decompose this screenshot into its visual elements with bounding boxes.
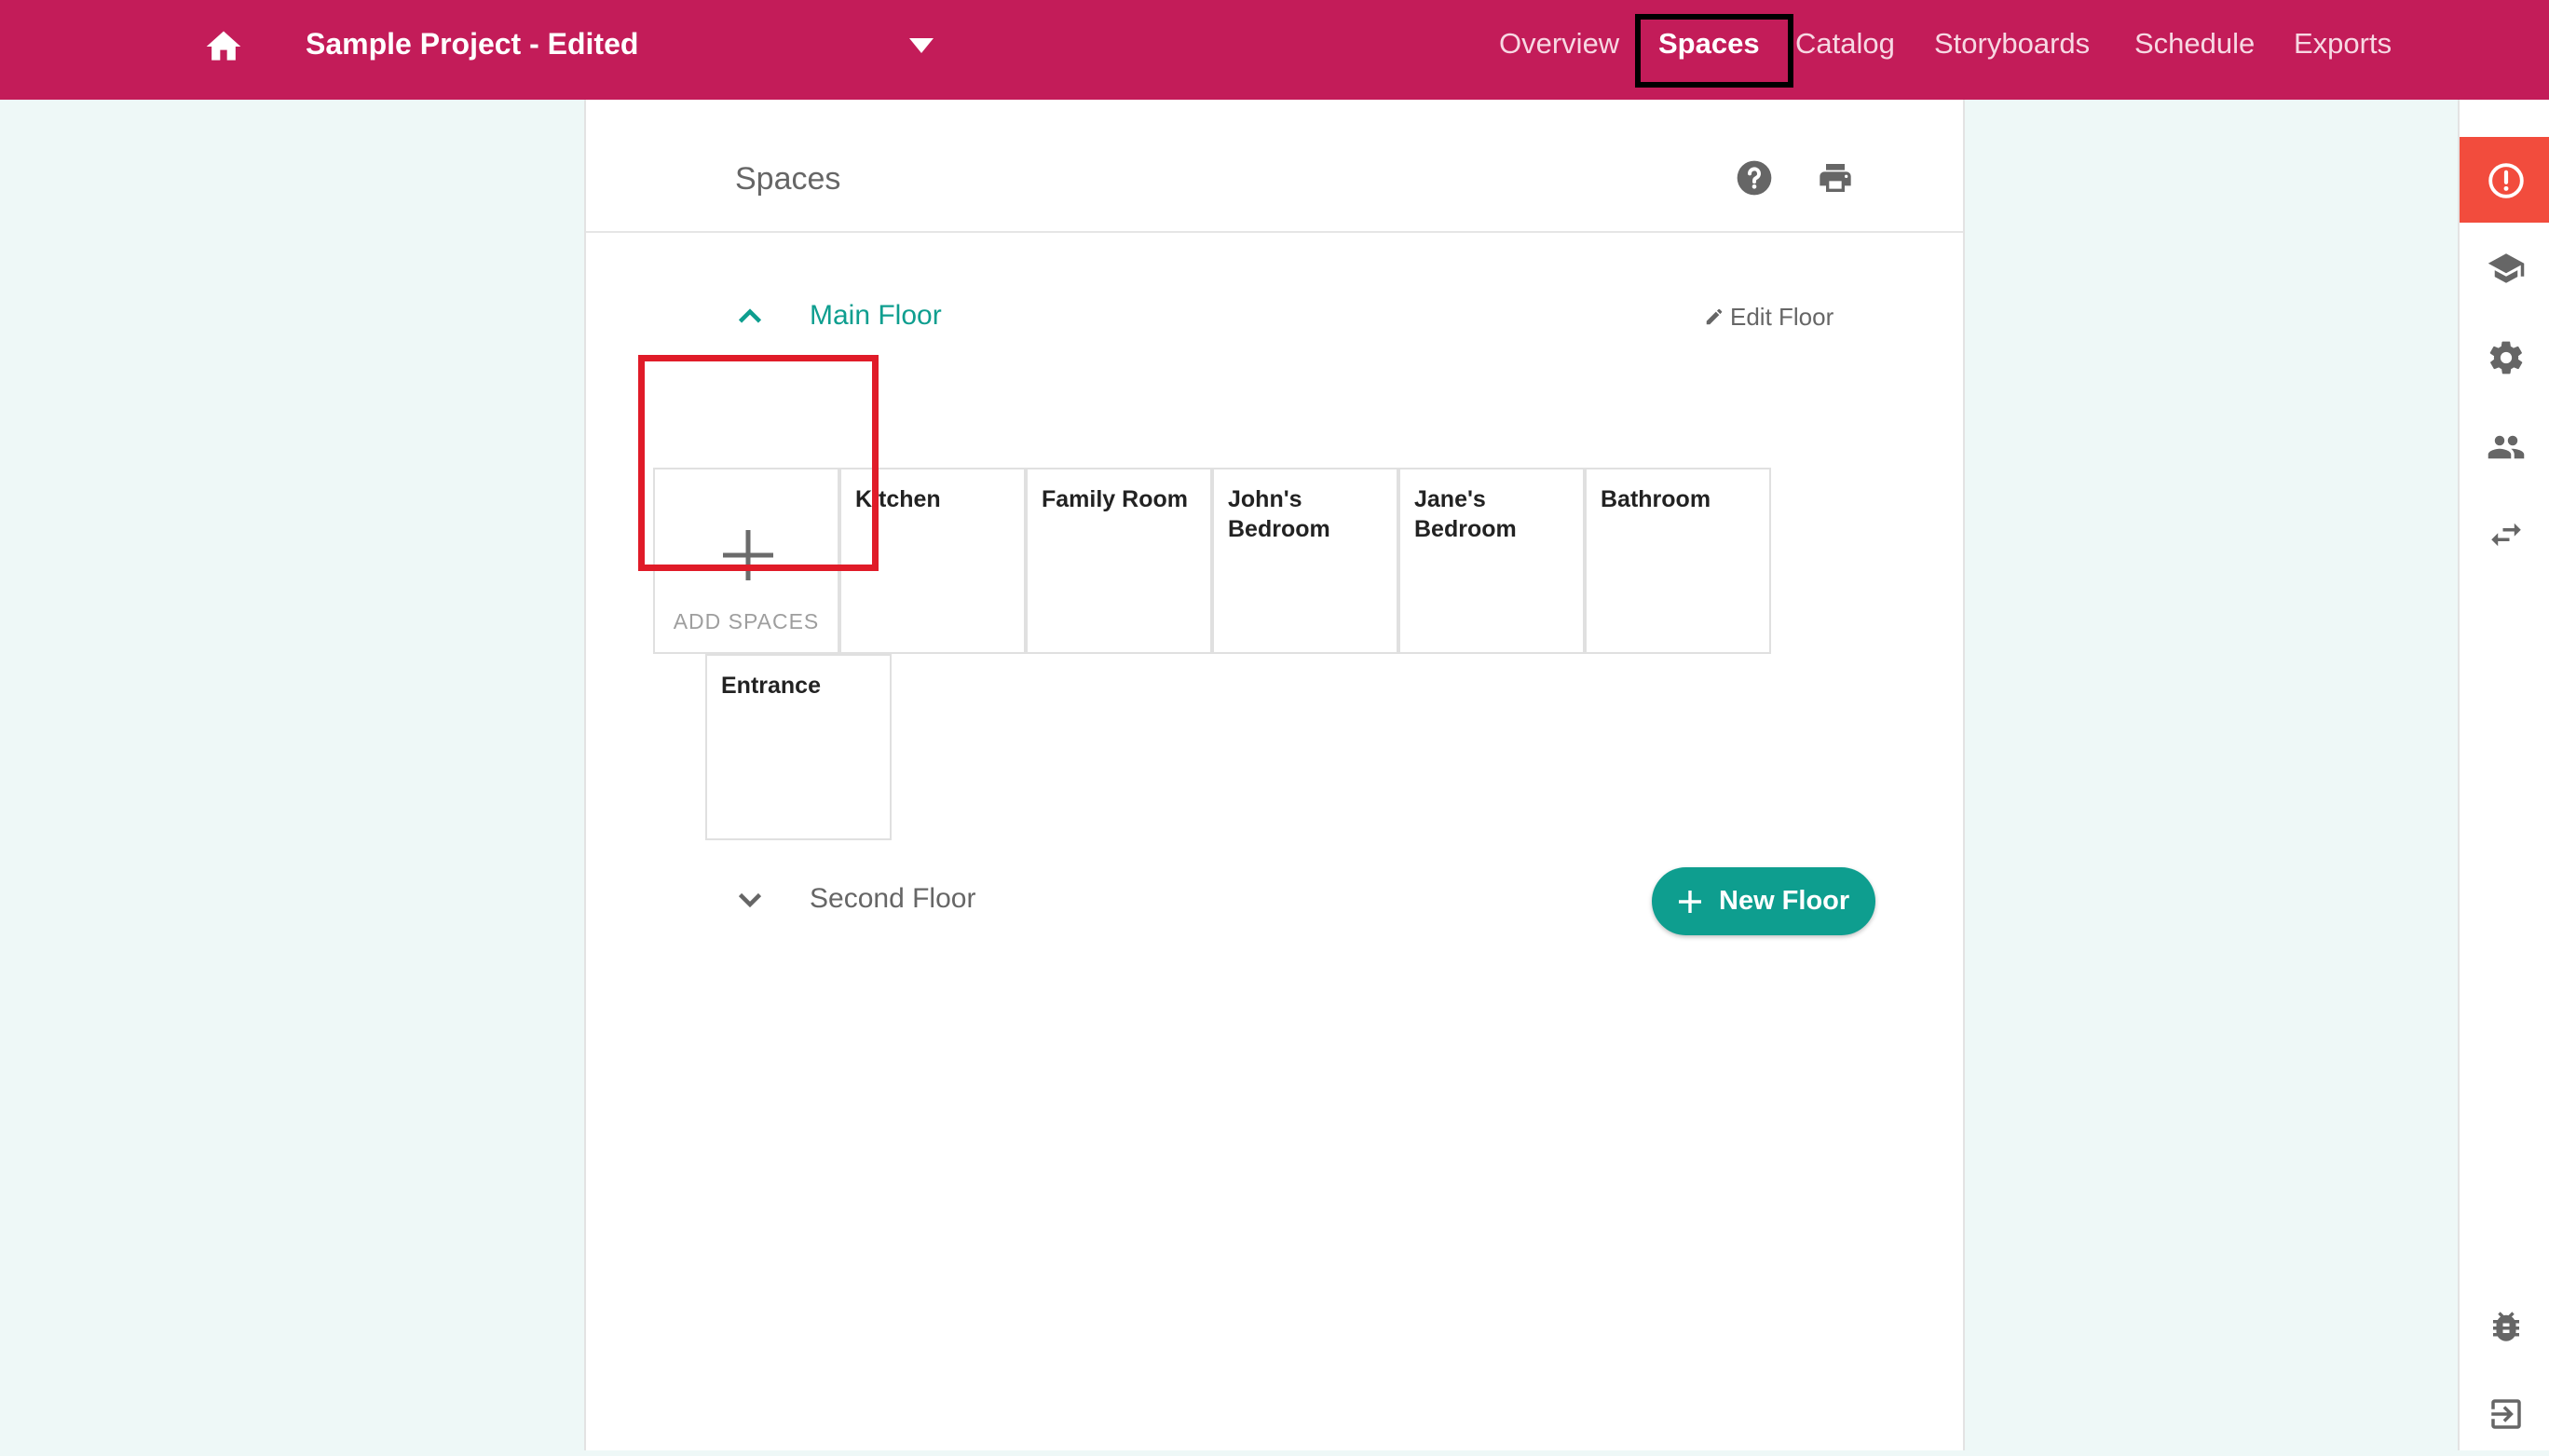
add-spaces-label: ADD SPACES xyxy=(673,609,820,633)
tab-schedule[interactable]: Schedule xyxy=(2134,27,2255,61)
panel-header: Spaces xyxy=(586,100,1963,233)
space-label: Bathroom xyxy=(1601,486,1711,512)
exit-icon[interactable] xyxy=(2460,1370,2549,1456)
plus-icon xyxy=(723,530,773,580)
alert-icon[interactable] xyxy=(2460,137,2549,223)
space-label: John's Bedroom xyxy=(1228,486,1330,542)
print-icon[interactable] xyxy=(1816,159,1855,197)
space-card-kitchen[interactable]: Kitchen xyxy=(839,468,1026,654)
tab-catalog[interactable]: Catalog xyxy=(1795,27,1895,61)
space-label: Kitchen xyxy=(855,486,941,512)
space-card-janes-bedroom[interactable]: Jane's Bedroom xyxy=(1398,468,1585,654)
space-label: Entrance xyxy=(721,673,821,699)
page-title: Spaces xyxy=(735,161,841,197)
new-floor-button[interactable]: New Floor xyxy=(1652,867,1875,935)
caret-down-icon[interactable] xyxy=(907,35,935,56)
floor-name-second[interactable]: Second Floor xyxy=(810,883,975,915)
new-floor-label: New Floor xyxy=(1719,886,1850,916)
space-label: Family Room xyxy=(1042,486,1188,512)
settings-icon[interactable] xyxy=(2460,314,2549,400)
swap-icon[interactable] xyxy=(2460,491,2549,577)
tab-storyboards[interactable]: Storyboards xyxy=(1934,27,2090,61)
chevron-down-icon[interactable] xyxy=(733,882,767,916)
space-card-family-room[interactable]: Family Room xyxy=(1026,468,1212,654)
space-card-bathroom[interactable]: Bathroom xyxy=(1585,468,1771,654)
tab-overview[interactable]: Overview xyxy=(1499,27,1619,61)
space-card-johns-bedroom[interactable]: John's Bedroom xyxy=(1212,468,1398,654)
spaces-panel: Spaces Main Floor Edit Floor ADD SPACES … xyxy=(584,100,1965,1450)
space-card-entrance[interactable]: Entrance xyxy=(705,654,892,840)
space-label: Jane's Bedroom xyxy=(1414,486,1517,542)
plus-icon xyxy=(1679,891,1701,913)
tab-spaces[interactable]: Spaces xyxy=(1658,27,1760,61)
bug-icon[interactable] xyxy=(2460,1283,2549,1368)
project-title[interactable]: Sample Project - Edited xyxy=(306,27,638,61)
right-tool-rail xyxy=(2458,100,2549,1450)
help-icon[interactable] xyxy=(1736,159,1773,197)
add-spaces-button[interactable]: ADD SPACES xyxy=(653,468,839,654)
education-icon[interactable] xyxy=(2460,225,2549,310)
people-icon[interactable] xyxy=(2460,403,2549,489)
tab-exports[interactable]: Exports xyxy=(2294,27,2392,61)
home-icon[interactable] xyxy=(203,26,244,67)
top-navigation-bar: Sample Project - Edited Overview Spaces … xyxy=(0,0,2549,100)
